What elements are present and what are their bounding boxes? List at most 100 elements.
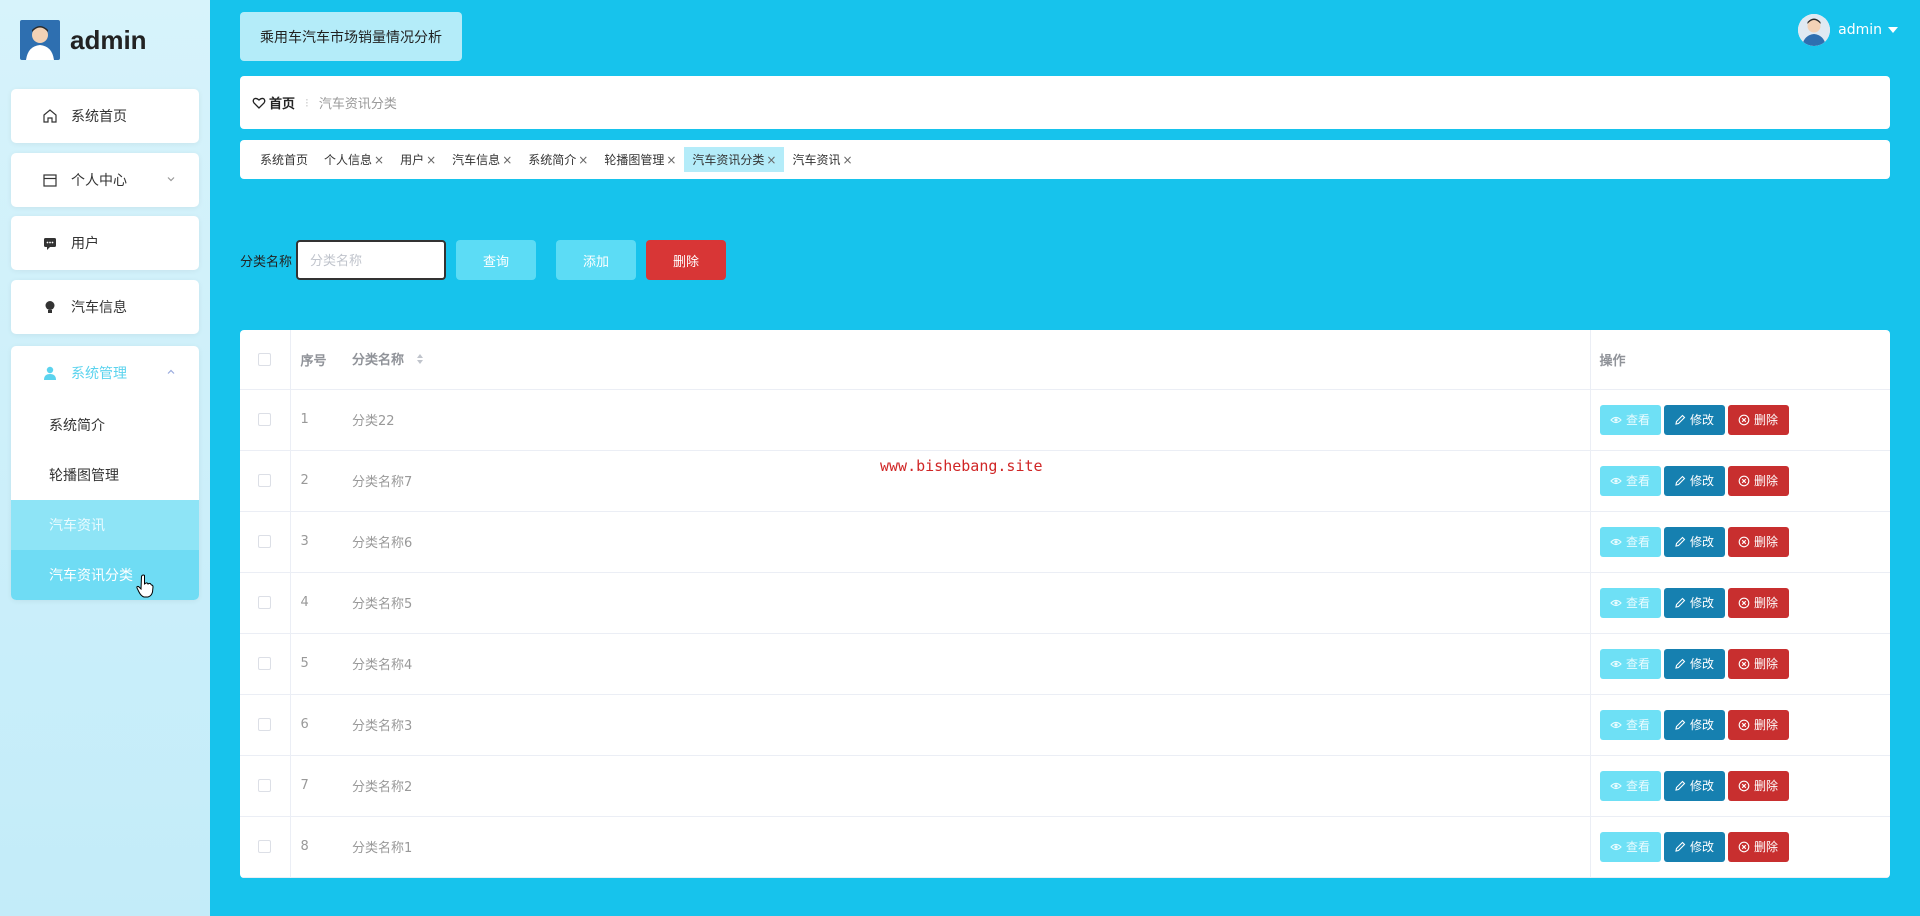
category-name-input[interactable]	[296, 240, 447, 280]
edit-button[interactable]: 修改	[1663, 465, 1725, 496]
row-checkbox[interactable]	[258, 474, 272, 487]
edit-button[interactable]: 修改	[1663, 404, 1725, 435]
batch-delete-button[interactable]: 删除	[646, 240, 727, 280]
sidebar-item-system[interactable]: 系统管理	[11, 346, 199, 400]
edit-button[interactable]: 修改	[1663, 587, 1725, 618]
view-button[interactable]: 查看	[1599, 465, 1661, 496]
view-button[interactable]: 查看	[1599, 587, 1661, 618]
delete-button[interactable]: 删除	[1727, 770, 1789, 801]
view-button[interactable]: 查看	[1599, 526, 1661, 557]
tag-home[interactable]: 系统首页	[252, 147, 316, 172]
row-name: 分类名称4	[340, 633, 1591, 695]
row-name: 分类名称2	[340, 755, 1591, 817]
close-icon[interactable]: ×	[502, 153, 512, 167]
avatar	[20, 20, 60, 60]
pencil-icon	[1675, 841, 1686, 852]
close-icon[interactable]: ×	[426, 153, 436, 167]
delete-button[interactable]: 删除	[1727, 465, 1789, 496]
tag-personal-info[interactable]: 个人信息 ×	[316, 147, 392, 172]
tag-news[interactable]: 汽车资讯 ×	[784, 147, 860, 172]
row-actions: 查看 修改 删除	[1590, 389, 1890, 451]
select-all-checkbox[interactable]	[258, 352, 272, 366]
tag-carousel[interactable]: 轮播图管理 ×	[596, 147, 684, 172]
table-row: 1 分类22 查看 修改 删除	[240, 389, 1890, 451]
sidebar-subitem-news[interactable]: 汽车资讯	[11, 500, 199, 550]
row-actions: 查看 修改 删除	[1590, 755, 1890, 817]
row-checkbox[interactable]	[258, 535, 272, 548]
pencil-icon	[1675, 780, 1686, 791]
edit-button[interactable]: 修改	[1663, 831, 1725, 862]
row-checkbox[interactable]	[258, 718, 272, 731]
close-icon[interactable]: ×	[374, 153, 384, 167]
row-checkbox[interactable]	[258, 779, 272, 792]
edit-button[interactable]: 修改	[1663, 526, 1725, 557]
view-label: 查看	[1625, 413, 1650, 427]
sort-icon[interactable]	[415, 352, 425, 370]
delete-button[interactable]: 删除	[1727, 709, 1789, 740]
eye-icon	[1610, 538, 1622, 545]
tag-system-intro[interactable]: 系统简介 ×	[520, 147, 596, 172]
row-select-cell	[240, 572, 291, 634]
tag-label: 系统首页	[260, 153, 309, 167]
tag-news-category[interactable]: 汽车资讯分类 ×	[684, 147, 785, 172]
row-select-cell	[240, 633, 291, 695]
delete-button[interactable]: 删除	[1727, 587, 1789, 618]
view-button[interactable]: 查看	[1599, 648, 1661, 679]
row-checkbox[interactable]	[258, 657, 272, 670]
eye-icon	[1610, 721, 1622, 728]
hand-cursor-icon	[136, 574, 154, 602]
delete-button[interactable]: 删除	[1727, 648, 1789, 679]
sidebar-item-users[interactable]: 用户	[11, 216, 199, 270]
pencil-icon	[1675, 719, 1686, 730]
row-index: 7	[290, 755, 340, 817]
delete-circle-icon	[1738, 780, 1750, 791]
heart-icon	[252, 97, 266, 109]
add-button[interactable]: 添加	[556, 240, 637, 280]
edit-button[interactable]: 修改	[1663, 648, 1725, 679]
row-checkbox[interactable]	[258, 596, 272, 609]
close-icon[interactable]: ×	[843, 153, 853, 167]
pencil-icon	[1675, 475, 1686, 486]
delete-button[interactable]: 删除	[1727, 526, 1789, 557]
view-label: 查看	[1625, 840, 1650, 854]
user-menu[interactable]: admin	[1798, 14, 1898, 46]
view-button[interactable]: 查看	[1599, 831, 1661, 862]
column-header-name[interactable]: 分类名称	[340, 330, 1591, 390]
close-icon[interactable]: ×	[766, 153, 776, 167]
delete-circle-icon	[1738, 658, 1750, 669]
column-header-ops: 操作	[1590, 330, 1890, 390]
row-actions: 查看 修改 删除	[1590, 511, 1890, 573]
sidebar-subitem-intro[interactable]: 系统简介	[11, 400, 199, 450]
close-icon[interactable]: ×	[578, 153, 588, 167]
row-index: 2	[290, 450, 340, 512]
sidebar-item-personal[interactable]: 个人中心	[11, 153, 199, 207]
row-checkbox[interactable]	[258, 840, 272, 853]
row-name: 分类22	[340, 389, 1591, 451]
row-index: 3	[290, 511, 340, 573]
row-index: 4	[290, 572, 340, 634]
edit-label: 修改	[1689, 840, 1714, 854]
tag-users[interactable]: 用户 ×	[392, 147, 444, 172]
sidebar-item-car-info[interactable]: 汽车信息	[11, 280, 199, 334]
delete-button[interactable]: 删除	[1727, 404, 1789, 435]
delete-label: 删除	[1753, 657, 1778, 671]
delete-label: 删除	[1753, 535, 1778, 549]
view-button[interactable]: 查看	[1599, 404, 1661, 435]
breadcrumb-home[interactable]: 首页	[252, 93, 295, 112]
tag-car-info[interactable]: 汽车信息 ×	[444, 147, 520, 172]
delete-button[interactable]: 删除	[1727, 831, 1789, 862]
view-button[interactable]: 查看	[1599, 709, 1661, 740]
sidebar-subitem-carousel[interactable]: 轮播图管理	[11, 450, 199, 500]
edit-button[interactable]: 修改	[1663, 770, 1725, 801]
edit-button[interactable]: 修改	[1663, 709, 1725, 740]
sidebar-group-system: 系统管理 系统简介 轮播图管理 汽车资讯 汽车资讯分类	[11, 346, 199, 600]
row-checkbox[interactable]	[258, 413, 272, 426]
user-icon	[41, 364, 59, 382]
query-button[interactable]: 查询	[456, 240, 537, 280]
close-icon[interactable]: ×	[666, 153, 676, 167]
view-button[interactable]: 查看	[1599, 770, 1661, 801]
sidebar-subitem-news-category[interactable]: 汽车资讯分类	[11, 550, 199, 600]
sidebar-item-home[interactable]: 系统首页	[11, 89, 199, 143]
search-form: 分类名称 查询 添加 删除	[240, 240, 727, 280]
table-row: 6 分类名称3 查看 修改 删除	[240, 694, 1890, 756]
